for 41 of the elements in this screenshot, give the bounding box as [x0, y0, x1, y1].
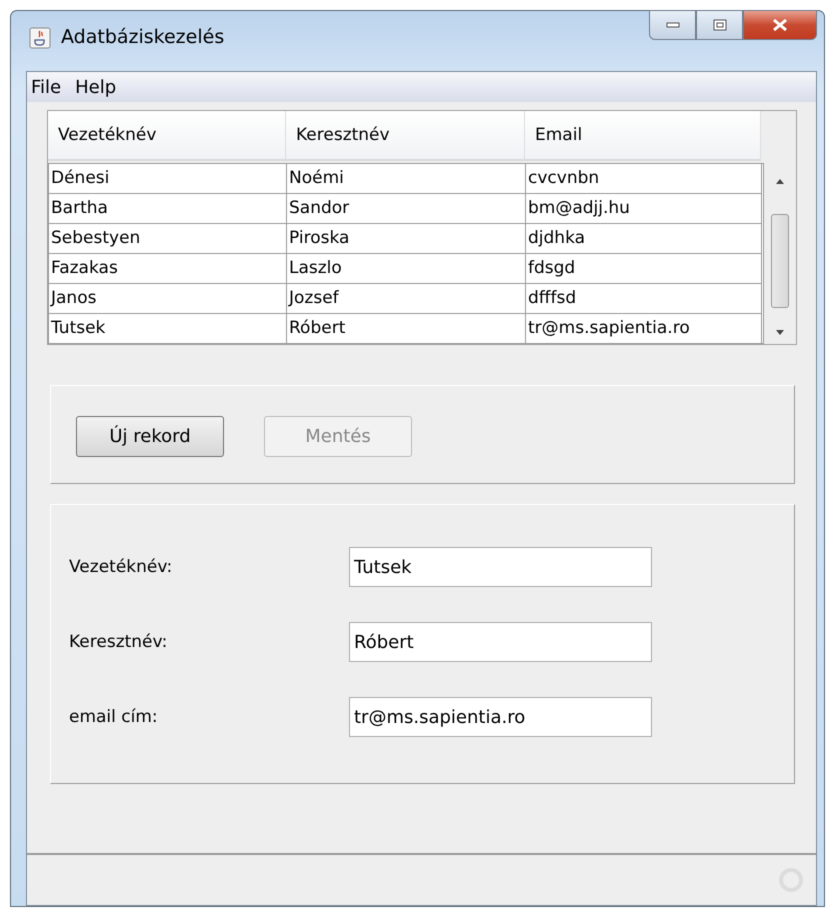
field-label: Vezetéknév:	[69, 557, 174, 577]
table-cell: cvcvnbn	[526, 164, 762, 194]
input-field[interactable]: tr@ms.sapientia.ro	[349, 697, 652, 737]
column-header[interactable]: Keresztnév	[286, 111, 525, 161]
input-field[interactable]: Róbert	[349, 622, 652, 662]
table-cell: Sebestyen	[49, 224, 287, 254]
input-field[interactable]: Tutsek	[349, 547, 652, 587]
table-cell: djdhka	[526, 224, 762, 254]
table-cell: dfffsd	[526, 284, 762, 314]
scroll-down-icon[interactable]	[775, 330, 785, 336]
table-cell: Piroska	[287, 224, 526, 254]
table-cell: Noémi	[287, 164, 526, 194]
menu-item[interactable]: File	[31, 76, 62, 98]
scroll-thumb[interactable]	[771, 214, 789, 308]
table-cell: Dénesi	[49, 164, 287, 194]
column-header[interactable]: Email	[525, 111, 761, 161]
table-cell: tr@ms.sapientia.ro	[526, 314, 762, 343]
table-cell: Bartha	[49, 194, 287, 224]
new-record-button[interactable]: Új rekord	[76, 416, 224, 457]
maximize-button[interactable]	[696, 10, 743, 40]
field-label: email cím:	[69, 707, 159, 727]
coffee-cup-icon	[29, 27, 51, 49]
minimize-button[interactable]	[649, 10, 696, 40]
table-cell: Laszlo	[287, 254, 526, 284]
column-header[interactable]: Vezetéknév	[48, 111, 286, 161]
table-cell: Janos	[49, 284, 287, 314]
table-cell: fdsgd	[526, 254, 762, 284]
table-cell: Fazakas	[49, 254, 287, 284]
field-label: Keresztnév:	[69, 632, 168, 652]
table-cell: Jozsef	[287, 284, 526, 314]
maximize-icon	[712, 19, 726, 31]
window-title: Adatbáziskezelés	[61, 26, 224, 48]
minimize-icon	[666, 22, 680, 28]
menu-item[interactable]: Help	[75, 76, 116, 98]
close-icon	[772, 18, 788, 32]
table-cell: Róbert	[287, 314, 526, 343]
close-button[interactable]	[743, 10, 817, 40]
table-cell: bm@adjj.hu	[526, 194, 762, 224]
table-cell: Sandor	[287, 194, 526, 224]
scroll-up-icon[interactable]	[775, 178, 785, 184]
table-cell: Tutsek	[49, 314, 287, 343]
